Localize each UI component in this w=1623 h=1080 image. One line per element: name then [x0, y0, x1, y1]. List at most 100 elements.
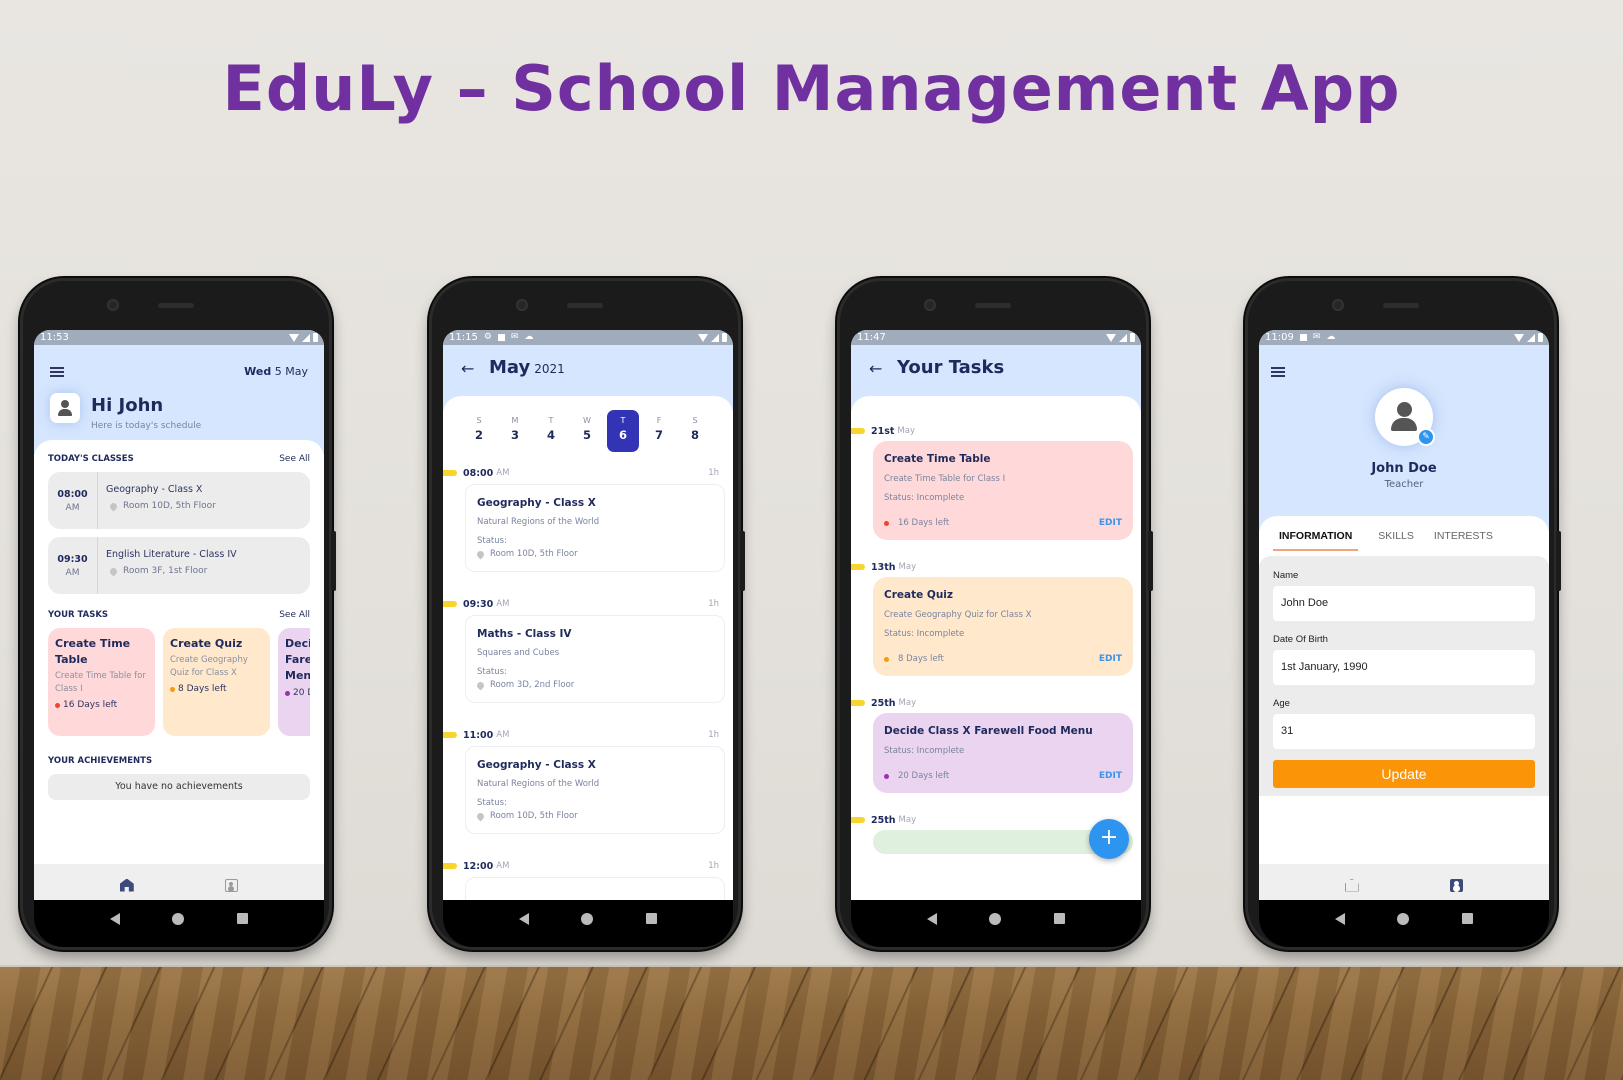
schedule-body: S2 M3 T4 W5 T6 F7 S8 08:00 AM 1h Geography…: [443, 396, 733, 906]
signal-icon: [1119, 333, 1127, 342]
class-card[interactable]: Maths - Class IV Squares and Cubes Statu…: [465, 615, 725, 703]
name-field[interactable]: John Doe: [1273, 586, 1535, 621]
dob-field[interactable]: 1st January, 1990: [1273, 650, 1535, 685]
day-name: S: [476, 416, 482, 425]
edit-task-button[interactable]: EDIT: [1099, 518, 1122, 528]
day-name: W: [583, 416, 591, 425]
class-room: Room 10D, 5th Floor: [123, 501, 216, 511]
date-marker: [851, 564, 865, 570]
phone-schedule: 11:15 ⚙ ✉ ☁ ← May2021 S2 M3 T4 W5 T6 F7: [429, 278, 745, 950]
class-status: Status:: [477, 536, 507, 546]
back-icon[interactable]: [110, 912, 121, 925]
phone-home: 11:53 Wed 5 May Hi John Here is today's …: [20, 278, 336, 950]
camera-icon: [924, 299, 936, 311]
android-nav-bar: [443, 900, 733, 947]
class-card[interactable]: Geography - Class X Natural Regions of t…: [465, 746, 725, 834]
task-desc: Create Time Table for Class I: [55, 671, 146, 694]
tab-information[interactable]: INFORMATION: [1273, 530, 1359, 551]
task-day: 13th: [871, 561, 896, 573]
recents-icon[interactable]: [1461, 913, 1473, 924]
task-month: May: [898, 815, 917, 825]
power-button: [1148, 531, 1153, 591]
class-card[interactable]: 08:00 AM Geography - Class X Room 10D, 5th…: [48, 472, 310, 529]
menu-icon[interactable]: [1271, 367, 1285, 377]
date-rest: 5 May: [274, 365, 308, 378]
class-name: English Literature - Class IV: [106, 549, 237, 560]
task-card[interactable]: Create Time Table Create Time Table for …: [873, 441, 1133, 540]
home-icon[interactable]: [1344, 878, 1359, 892]
day-item-selected[interactable]: T6: [607, 410, 639, 452]
back-arrow-icon[interactable]: ←: [869, 359, 882, 378]
tasks-carousel[interactable]: Create Time Table Create Time Table for …: [48, 628, 310, 740]
home-button-icon[interactable]: [1397, 912, 1410, 925]
status-time: 11:09: [1265, 332, 1294, 343]
home-button-icon[interactable]: [581, 912, 594, 925]
day-item[interactable]: T4: [535, 410, 567, 452]
class-card[interactable]: 09:30 AM English Literature - Class IV Roo…: [48, 537, 310, 594]
profile-icon[interactable]: [1450, 878, 1464, 892]
home-button-icon[interactable]: [172, 912, 185, 925]
location-pin-icon: [108, 501, 119, 511]
back-icon[interactable]: [927, 912, 938, 925]
age-field[interactable]: 31: [1273, 714, 1535, 749]
class-card[interactable]: Geography - Class X Natural Regions of t…: [465, 484, 725, 572]
day-date: 5: [582, 428, 591, 442]
schedule-slot: 08:00 AM 1h Geography - Class X Natural Re…: [443, 466, 733, 572]
day-item[interactable]: W5: [571, 410, 603, 452]
back-arrow-icon[interactable]: ←: [461, 359, 474, 378]
task-card[interactable]: Decide Class X Farewell Food Menu Status…: [873, 713, 1133, 793]
task-slot: 13th May Create Quiz Create Geography Qui…: [851, 560, 1141, 676]
time-marker: [443, 732, 457, 738]
day-item[interactable]: M3: [499, 410, 531, 452]
task-card[interactable]: Decide Class X Farewell Food Menu 20 Day…: [278, 628, 310, 736]
task-card[interactable]: Create Quiz Create Geography Quiz for Cl…: [163, 628, 270, 736]
phone-profile: 11:09 ✉ ☁ ✎ John Doe Teacher INFORMATION…: [1245, 278, 1561, 950]
day-item[interactable]: F7: [643, 410, 675, 452]
tasks-heading: YOUR TASKS: [48, 610, 109, 620]
see-all-tasks-link[interactable]: See All: [279, 610, 310, 620]
avatar[interactable]: [50, 393, 80, 423]
tab-interests[interactable]: INTERESTS: [1434, 530, 1493, 551]
android-nav-bar: [1259, 900, 1549, 947]
date-marker: [851, 428, 865, 434]
slot-time: 09:30: [463, 598, 494, 610]
status-bar: 11:53: [34, 330, 324, 345]
page-title: EduLy – School Management App: [222, 52, 1401, 125]
time-marker: [443, 601, 457, 607]
edit-pencil-icon[interactable]: ✎: [1417, 428, 1435, 446]
task-card[interactable]: Create Quiz Create Geography Quiz for Cl…: [873, 577, 1133, 676]
class-title: Geography - Class X: [477, 759, 596, 771]
schedule-slot: 12:00 AM 1h: [443, 859, 733, 906]
recents-icon[interactable]: [645, 913, 657, 924]
profile-header: ✎ John Doe Teacher: [1259, 345, 1549, 531]
name-label: Name: [1273, 570, 1299, 581]
day-item[interactable]: S2: [463, 410, 495, 452]
menu-icon[interactable]: [50, 367, 64, 377]
add-task-button[interactable]: +: [1089, 819, 1129, 859]
recents-icon[interactable]: [236, 913, 248, 924]
tab-skills[interactable]: SKILLS: [1378, 530, 1414, 551]
see-all-classes-link[interactable]: See All: [279, 454, 310, 464]
profile-avatar[interactable]: ✎: [1375, 388, 1435, 446]
status-dot: [884, 656, 889, 662]
calendar-icon: [1299, 334, 1307, 341]
slot-time: 08:00: [463, 467, 494, 479]
day-item[interactable]: S8: [679, 410, 711, 452]
back-icon[interactable]: [519, 912, 530, 925]
mail-icon: ✉: [1312, 332, 1321, 342]
classes-section-header: TODAY'S CLASSES See All: [48, 454, 310, 464]
edit-task-button[interactable]: EDIT: [1099, 771, 1122, 781]
edit-task-button[interactable]: EDIT: [1099, 654, 1122, 664]
home-button-icon[interactable]: [989, 912, 1002, 925]
tasks-title: Your Tasks: [897, 357, 1005, 378]
home-icon[interactable]: [119, 878, 134, 892]
slot-duration: 1h: [708, 599, 719, 609]
update-button[interactable]: Update: [1273, 760, 1535, 788]
recents-icon[interactable]: [1053, 913, 1065, 924]
day-date: 3: [510, 428, 519, 442]
schedule-slot: 09:30 AM 1h Maths - Class IV Squares and C…: [443, 597, 733, 703]
back-icon[interactable]: [1335, 912, 1346, 925]
class-name: Geography - Class X: [106, 484, 203, 495]
task-card[interactable]: Create Time Table Create Time Table for …: [48, 628, 155, 736]
profile-icon[interactable]: [225, 878, 239, 892]
